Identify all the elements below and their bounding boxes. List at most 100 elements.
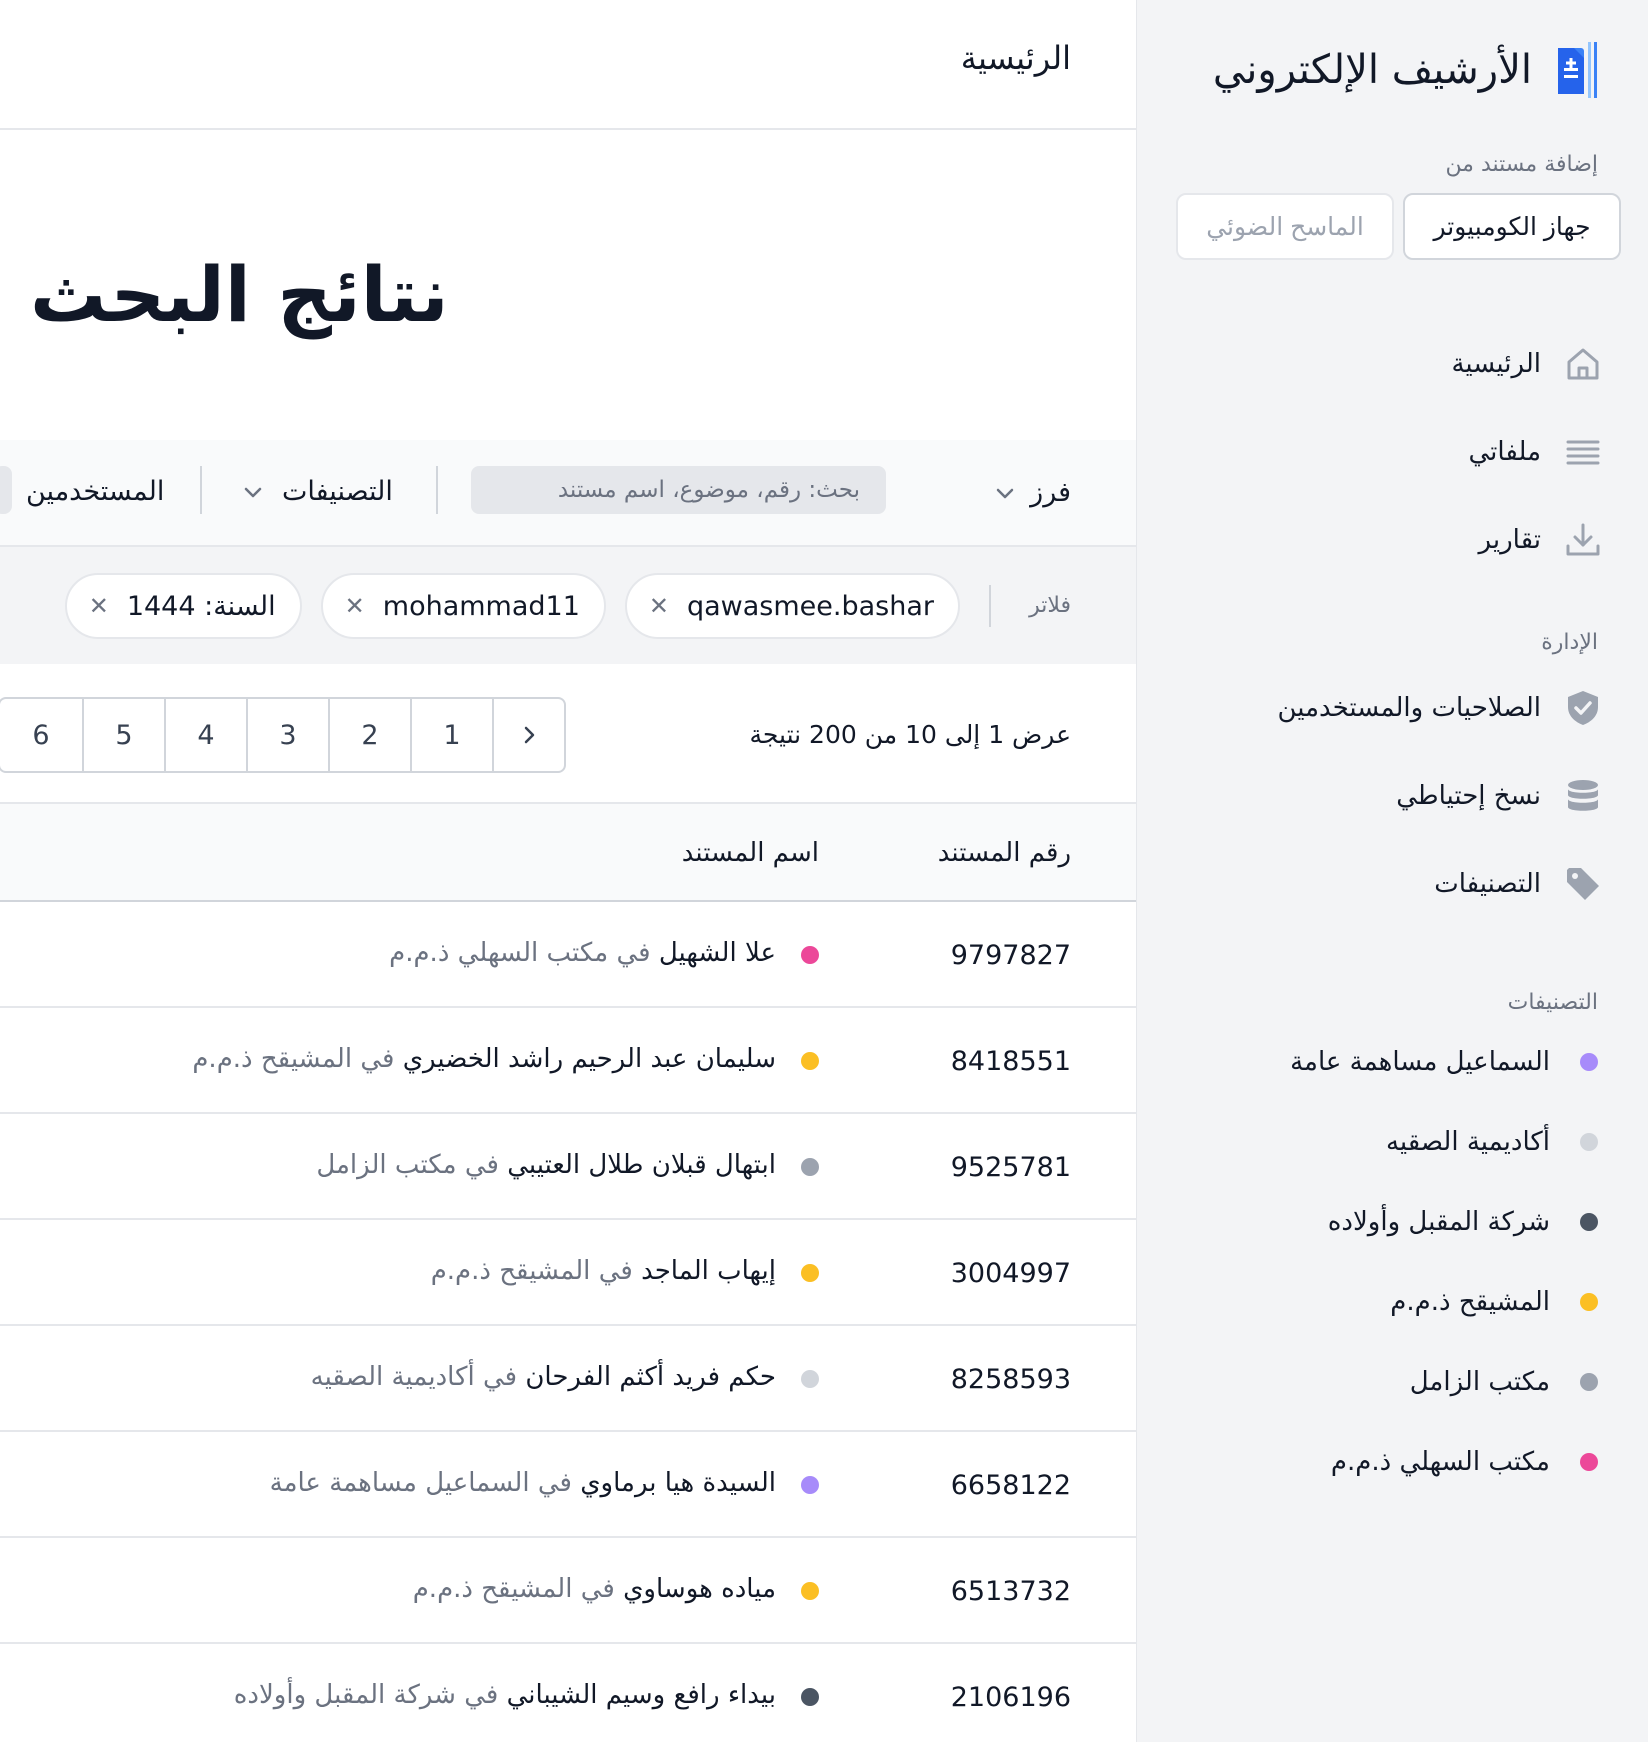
add-from-computer-button[interactable]: جهاز الكومبيوتر <box>1403 193 1621 260</box>
document-number: 9525781 <box>950 1152 1071 1183</box>
document-org: المشيقح ذ.م.م <box>412 1574 573 1604</box>
chevron-right-icon <box>524 726 535 744</box>
document-number: 3004997 <box>950 1258 1071 1289</box>
filter-chip[interactable]: السنة: 1444 ✕ <box>64 573 302 639</box>
table-row[interactable]: 8258593 حكم فريد أكثم الفرحان في أكاديمي… <box>0 1326 1136 1432</box>
table-row[interactable]: 6513732 مياده هوساوي في المشيقح ذ.م.م <box>0 1538 1136 1644</box>
category-color-dot <box>801 1158 819 1176</box>
download-icon <box>1563 520 1603 560</box>
next-page-button[interactable] <box>492 699 564 771</box>
table-row[interactable]: 8418551 سليمان عبد الرحيم راشد الخضيري ف… <box>0 1008 1136 1114</box>
category-item[interactable]: مكتب الزامل <box>1158 1342 1598 1422</box>
sort-dropdown[interactable]: فرز <box>994 477 1071 508</box>
archive-document-icon <box>1558 42 1597 98</box>
table-row[interactable]: 9797827 علا الشهيل في مكتب السهلي ذ.م.م <box>0 902 1136 1008</box>
category-color-dot <box>801 946 819 964</box>
document-org: السماعيل مساهمة عامة <box>269 1468 530 1498</box>
document-person: ابتهال قبلان طلال العتيبي <box>507 1150 776 1180</box>
document-name: إيهاب الماجد في المشيقح ذ.م.م <box>431 1256 776 1286</box>
nav-item-home[interactable]: الرئيسية <box>1163 320 1603 408</box>
page-button[interactable]: 6 <box>0 699 82 771</box>
in-word: في <box>616 938 651 968</box>
category-item[interactable]: مكتب السهلي ذ.م.م <box>1158 1422 1598 1502</box>
search-input[interactable] <box>471 466 886 514</box>
nav-item-reports[interactable]: تقارير <box>1163 496 1603 584</box>
document-org: أكاديمية الصقيه <box>310 1362 475 1392</box>
shield-check-icon <box>1563 688 1603 728</box>
nav-item-permissions[interactable]: الصلاحيات والمستخدمين <box>1163 664 1603 752</box>
in-word: في <box>598 1256 633 1286</box>
nav-item-categories[interactable]: التصنيفات <box>1163 840 1603 928</box>
nav-label: الرئيسية <box>1451 349 1541 379</box>
document-org: شركة المقبل وأولاده <box>233 1680 456 1710</box>
close-icon[interactable]: ✕ <box>345 592 365 620</box>
sidebar: الأرشيف الإلكتروني إضافة مستند من جهاز ا… <box>1136 0 1648 1742</box>
document-name: السيدة هيا برماوي في السماعيل مساهمة عام… <box>270 1468 776 1498</box>
categories-dropdown[interactable]: التصنيفات <box>242 476 393 507</box>
document-person: السيدة هيا برماوي <box>580 1468 776 1498</box>
category-label: أكاديمية الصقيه <box>1385 1127 1550 1157</box>
page-button[interactable]: 5 <box>82 699 164 771</box>
table-row[interactable]: 6658122 السيدة هيا برماوي في السماعيل مس… <box>0 1432 1136 1538</box>
divider <box>436 466 438 514</box>
add-from-scanner-button[interactable]: الماسح الضوئي <box>1176 193 1394 260</box>
users-dropdown-edge <box>0 466 12 514</box>
category-item[interactable]: أكاديمية الصقيه <box>1158 1102 1598 1182</box>
category-color-dot <box>1580 1053 1598 1071</box>
document-name: ابتهال قبلان طلال العتيبي في مكتب الزامل <box>316 1150 776 1180</box>
document-person: مياده هوساوي <box>623 1574 776 1604</box>
document-org: المشيقح ذ.م.م <box>192 1044 353 1074</box>
category-color-dot <box>1580 1133 1598 1151</box>
filter-chip[interactable]: mohammad11 ✕ <box>320 573 606 639</box>
users-dropdown[interactable]: المستخدمين <box>26 476 164 507</box>
document-person: حكم فريد أكثم الفرحان <box>525 1362 776 1392</box>
close-icon[interactable]: ✕ <box>649 592 669 620</box>
topbar: الرئيسية <box>0 0 1136 130</box>
in-word: في <box>482 1362 518 1392</box>
table-row[interactable]: 9525781 ابتهال قبلان طلال العتيبي في مكت… <box>0 1114 1136 1220</box>
in-word: في <box>580 1574 615 1604</box>
nav-label: تقارير <box>1478 525 1541 555</box>
category-color-dot <box>1580 1373 1598 1391</box>
app-title: الأرشيف الإلكتروني <box>1212 47 1532 93</box>
nav-label: نسخ إحتياطي <box>1396 781 1541 811</box>
category-item[interactable]: شركة المقبل وأولاده <box>1158 1182 1598 1262</box>
active-filters-bar: فلاتر qawasmee.bashar ✕ mohammad11 ✕ الس… <box>0 547 1136 664</box>
page-button[interactable]: 3 <box>246 699 328 771</box>
category-label: المشيقح ذ.م.م <box>1390 1287 1550 1317</box>
category-color-dot <box>801 1052 819 1070</box>
filter-chip-label: mohammad11 <box>382 590 580 622</box>
categories-section-title: التصنيفات <box>1507 990 1598 1015</box>
page-title: نتائج البحث <box>30 250 449 339</box>
document-person: بيداء رافع وسيم الشيباني <box>506 1680 776 1710</box>
results-count: عرض 1 إلى 10 من 200 نتيجة <box>749 720 1072 749</box>
page-button[interactable]: 2 <box>328 699 410 771</box>
filter-chip[interactable]: qawasmee.bashar ✕ <box>624 573 960 639</box>
toolbar: فرز التصنيفات المستخدمين <box>0 440 1136 547</box>
page-button[interactable]: 1 <box>410 699 492 771</box>
brand[interactable]: الأرشيف الإلكتروني <box>1213 38 1598 102</box>
document-name: حكم فريد أكثم الفرحان في أكاديمية الصقيه <box>311 1362 776 1392</box>
document-person: إيهاب الماجد <box>641 1256 776 1286</box>
table-row[interactable]: 2106196 بيداء رافع وسيم الشيباني في شركة… <box>0 1644 1136 1742</box>
nav-item-backup[interactable]: نسخ إحتياطي <box>1163 752 1603 840</box>
document-name: علا الشهيل في مكتب السهلي ذ.م.م <box>389 938 776 968</box>
nav-item-my-files[interactable]: ملفاتي <box>1163 408 1603 496</box>
document-name: مياده هوساوي في المشيقح ذ.م.م <box>413 1574 776 1604</box>
page-button[interactable]: 4 <box>164 699 246 771</box>
category-color-dot <box>801 1582 819 1600</box>
column-header-number[interactable]: رقم المستند <box>938 838 1071 868</box>
home-icon <box>1563 344 1603 384</box>
breadcrumb[interactable]: الرئيسية <box>961 39 1071 77</box>
category-item[interactable]: السماعيل مساهمة عامة <box>1158 1022 1598 1102</box>
results-table-body: 9797827 علا الشهيل في مكتب السهلي ذ.م.م … <box>0 902 1136 1742</box>
filter-chip-label: qawasmee.bashar <box>687 590 934 622</box>
close-icon[interactable]: ✕ <box>89 592 109 620</box>
category-item[interactable]: المشيقح ذ.م.م <box>1158 1262 1598 1342</box>
document-number: 8258593 <box>950 1364 1071 1395</box>
category-color-dot <box>801 1688 819 1706</box>
filter-chips: qawasmee.bashar ✕ mohammad11 ✕ السنة: 14… <box>64 573 960 639</box>
document-person: سليمان عبد الرحيم راشد الخضيري <box>402 1044 776 1074</box>
column-header-name[interactable]: اسم المستند <box>682 838 819 868</box>
table-row[interactable]: 3004997 إيهاب الماجد في المشيقح ذ.م.م <box>0 1220 1136 1326</box>
